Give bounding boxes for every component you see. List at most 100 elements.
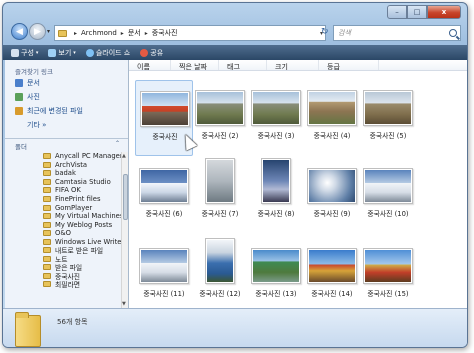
tree-folder-label: My Virtual Machines (55, 212, 124, 221)
maximize-button[interactable]: □ (407, 5, 427, 19)
column-size[interactable]: 크기 (267, 60, 319, 71)
folder-tree-scrollbar[interactable]: ▲ ▼ (121, 152, 128, 308)
column-rating[interactable]: 등급 (319, 60, 379, 71)
folder-icon (43, 213, 51, 220)
photo-label: 중국사진 (11) (143, 290, 185, 298)
close-button[interactable]: x (427, 5, 461, 19)
photo-thumbnail[interactable]: 중국사진 (2) (191, 80, 249, 156)
photo-image (363, 248, 413, 284)
photo-thumbnail[interactable]: 중국사진 (5) (359, 80, 417, 156)
photo-thumbnail[interactable]: 중국사진 (13) (247, 238, 305, 308)
folder-icon (43, 196, 51, 202)
folders-header[interactable]: 폴더 ⌃ (5, 138, 128, 151)
tree-folder-label: Anycall PC Manager (55, 152, 123, 161)
column-name[interactable]: 이름 (129, 60, 171, 71)
folder-icon (43, 221, 51, 228)
photo-thumbnail[interactable]: 중국사진 (11) (135, 238, 193, 308)
favorite-label: 문서 (27, 79, 40, 87)
folder-icon (43, 247, 51, 254)
forward-button[interactable]: ▶ (29, 23, 46, 40)
tree-folder-label: O&O (55, 229, 71, 238)
photo-image (205, 158, 235, 204)
photo-thumbnail[interactable]: 중국사진 (8) (247, 158, 305, 234)
favorite-recently-changed[interactable]: 최근에 변경된 파일 (5, 104, 128, 118)
views-button[interactable]: 보기 ▾ (48, 48, 76, 58)
tree-folder-label: My Weblog Posts (55, 220, 113, 229)
search-box[interactable]: 검색 (333, 25, 461, 41)
tree-folder-item[interactable]: Camtasia Studio (5, 178, 119, 187)
navigation-pane: 즐겨찾기 링크 문서 사진 최근에 변경된 파일 기타 » 폴더 ⌃ Anyca… (5, 60, 129, 308)
back-button[interactable]: ◀ (11, 23, 28, 40)
views-label: 보기 (58, 48, 72, 57)
refresh-icon[interactable]: ↻ (321, 27, 329, 37)
address-bar[interactable]: ▸ Archmond ▸ 문서 ▸ 중국사진 ▾ (54, 25, 326, 41)
slideshow-button[interactable]: 슬라이드 쇼 (85, 48, 131, 58)
recent-pages-dropdown[interactable]: ▾ (47, 28, 50, 35)
breadcrumb-documents[interactable]: 문서 (128, 28, 141, 38)
photo-thumbnail[interactable]: 중국사진 (9) (303, 158, 361, 234)
photo-label: 중국사진 (3) (257, 132, 295, 140)
photo-label: 중국사진 (12) (199, 290, 241, 298)
tree-folder-item[interactable]: ArchVista (5, 161, 119, 170)
photo-thumbnail[interactable]: 중국사진 (15) (359, 238, 417, 308)
tree-folder-label: 최필라면 (55, 281, 81, 290)
tree-folder-item[interactable]: GomPlayer (5, 203, 119, 212)
slideshow-label: 슬라이드 쇼 (95, 48, 131, 57)
folders-label: 폴더 (15, 143, 27, 151)
scroll-down-arrow[interactable]: ▼ (122, 301, 126, 307)
organize-icon (11, 48, 19, 57)
tree-folder-item[interactable]: O&O (5, 229, 119, 238)
search-placeholder: 검색 (338, 29, 351, 37)
photo-thumbnail[interactable]: 중국사진 (14) (303, 238, 361, 308)
chevron-right-icon[interactable]: ▸ (74, 30, 77, 37)
tree-folder-item[interactable]: My Virtual Machines (5, 212, 123, 221)
tree-folder-label: badak (55, 169, 76, 178)
tree-folder-label: GomPlayer (55, 203, 93, 212)
scroll-up-arrow[interactable]: ▲ (122, 153, 126, 159)
chevron-up-icon[interactable]: ⌃ (115, 140, 120, 147)
organize-button[interactable]: 구성 ▾ (11, 48, 38, 58)
column-tags[interactable]: 태그 (219, 60, 267, 71)
tree-folder-item[interactable]: FinePrint files (5, 195, 119, 204)
folder-icon (43, 255, 51, 262)
photo-label: 중국사진 (8) (257, 210, 295, 218)
photo-image (363, 168, 413, 204)
photo-label: 중국사진 (13) (255, 290, 297, 298)
tree-folder-item[interactable]: Anycall PC Manager (5, 152, 123, 161)
chevron-right-icon[interactable]: ▸ (121, 30, 124, 37)
photo-thumbnail[interactable]: 중국사진 (4) (303, 80, 361, 156)
tree-folder-label: ArchVista (55, 160, 88, 169)
more-links[interactable]: 기타 » (5, 118, 128, 132)
tree-folder-item[interactable]: badak (5, 169, 119, 178)
photo-image (363, 90, 413, 126)
photo-image (205, 238, 235, 284)
photo-thumbnail[interactable]: 중국사진 (3) (247, 80, 305, 156)
share-button[interactable]: 공유 (140, 48, 163, 58)
scroll-thumb[interactable] (123, 174, 128, 220)
minimize-button[interactable]: – (387, 5, 407, 19)
search-icon[interactable] (449, 29, 457, 37)
photo-thumbnail[interactable]: 중국사진 (6) (135, 158, 193, 234)
photo-image (139, 168, 189, 204)
slideshow-icon (85, 48, 94, 57)
chevron-right-icon[interactable]: ▸ (145, 30, 148, 37)
command-bar: 구성 ▾ 보기 ▾ 슬라이드 쇼 공유 (3, 45, 467, 60)
share-label: 공유 (150, 48, 164, 57)
tree-folder-item[interactable]: FIFA OK (5, 186, 119, 195)
pictures-icon (15, 93, 23, 101)
favorite-pictures[interactable]: 사진 (5, 90, 128, 104)
photo-label: 중국사진 (4) (313, 132, 351, 140)
breadcrumb-archmond[interactable]: Archmond (81, 29, 117, 37)
folder-icon (15, 312, 41, 347)
breadcrumb-china-photos[interactable]: 중국사진 (152, 28, 178, 38)
column-date-taken[interactable]: 찍은 날짜 (171, 60, 219, 71)
photo-thumbnail[interactable]: 중국사진 (12) (191, 238, 249, 308)
favorite-links-header: 즐겨찾기 링크 (15, 68, 53, 76)
photo-thumbnail[interactable]: 중국사진 (7) (191, 158, 249, 234)
tree-folder-item[interactable]: 최필라면 (5, 280, 119, 289)
photo-thumbnail[interactable]: 중국사진 (10) (359, 158, 417, 234)
tree-folder-item[interactable]: My Weblog Posts (5, 220, 119, 229)
details-pane: 56개 항목 (3, 308, 467, 347)
favorite-documents[interactable]: 문서 (5, 76, 128, 90)
folder-icon (43, 170, 51, 177)
